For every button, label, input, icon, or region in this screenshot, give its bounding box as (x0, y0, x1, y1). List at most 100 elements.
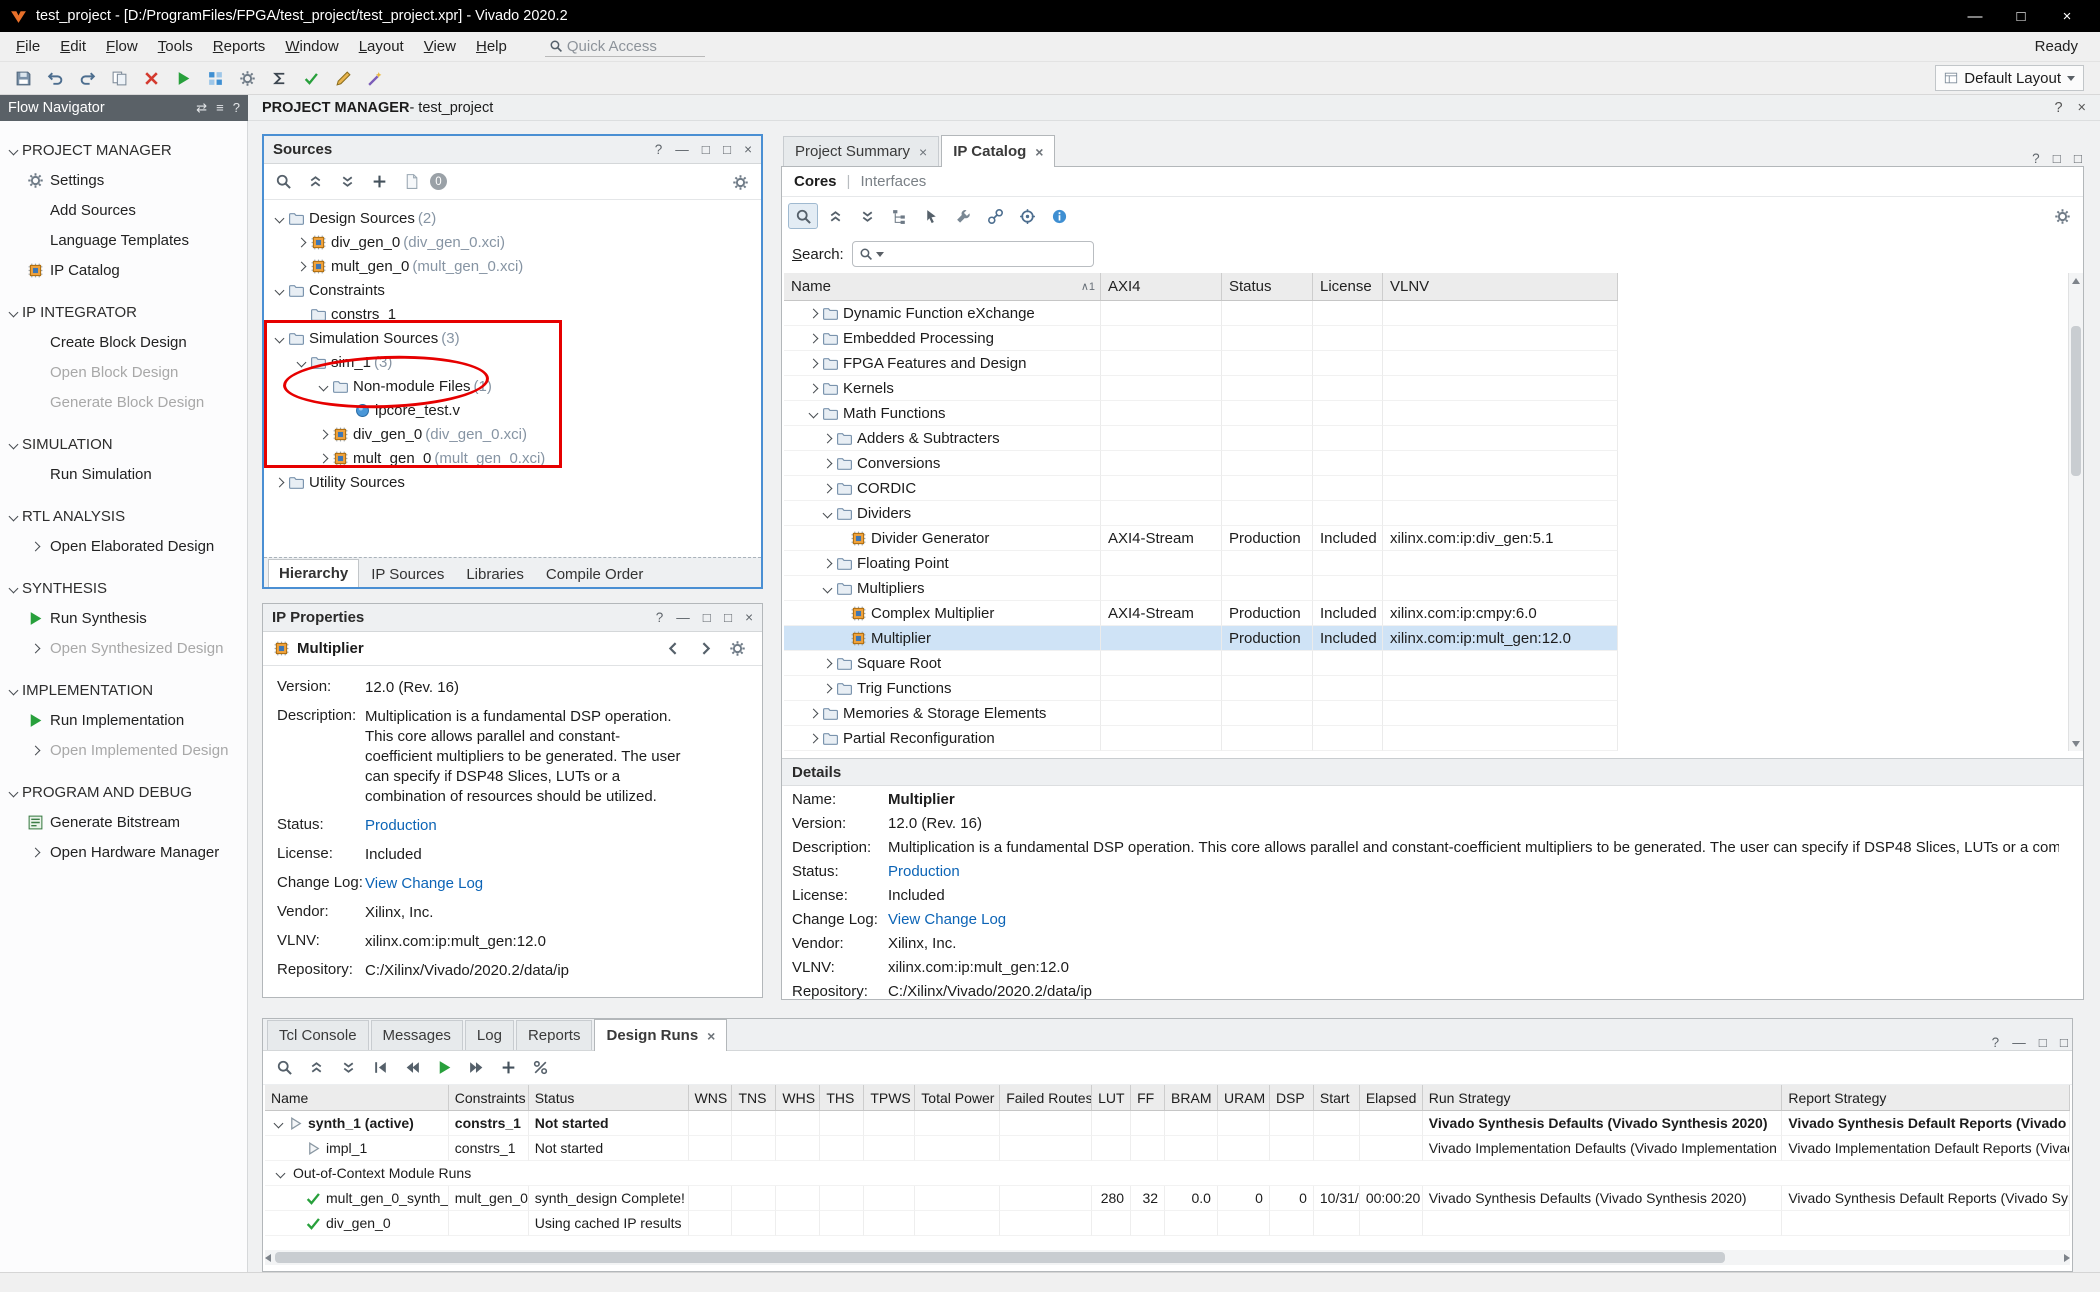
help-button[interactable]: ? (2054, 100, 2062, 116)
flownav-section-synthesis[interactable]: SYNTHESIS (0, 573, 247, 603)
runs-column-failed-routes[interactable]: Failed Routes (1000, 1085, 1092, 1110)
close-button[interactable]: × (745, 610, 753, 625)
catalog-row-kernels[interactable]: Kernels (784, 376, 1618, 401)
arrow-right-button[interactable] (690, 636, 720, 662)
sum-button[interactable] (264, 65, 294, 91)
chevron-right-icon[interactable] (818, 451, 836, 475)
chevron-down-icon[interactable] (270, 326, 288, 350)
catalog-search-input[interactable] (887, 246, 1087, 263)
scrollbar-track[interactable] (2069, 288, 2083, 736)
chevron-down-icon[interactable] (4, 135, 22, 165)
flownav-item-run-implementation[interactable]: Run Implementation (0, 705, 247, 735)
maximize-button[interactable]: □ (723, 142, 731, 157)
program-button[interactable] (200, 65, 230, 91)
runs-column-report-strategy[interactable]: Report Strategy (1782, 1085, 2070, 1110)
collapse-all-button[interactable] (820, 203, 850, 229)
chevron-down-icon[interactable] (4, 297, 22, 327)
flownav-item-generate-block-design[interactable]: Generate Block Design (0, 387, 247, 417)
flownav-section-program-and-debug[interactable]: PROGRAM AND DEBUG (0, 777, 247, 807)
runs-column-name[interactable]: Name (265, 1085, 449, 1110)
float-button[interactable]: □ (703, 610, 711, 625)
runs-column-wns[interactable]: WNS (689, 1085, 733, 1110)
file-button[interactable] (396, 169, 426, 195)
catalog-row-partial-reconfiguration[interactable]: Partial Reconfiguration (784, 726, 1618, 751)
runs-column-elapsed[interactable]: Elapsed (1360, 1085, 1423, 1110)
console-tab-log[interactable]: Log (465, 1020, 514, 1050)
help-button[interactable]: ? (1992, 1035, 2000, 1050)
catalog-column-vlnv[interactable]: VLNV (1383, 273, 1618, 300)
chevron-right-icon[interactable] (804, 326, 822, 350)
chevron-right-icon[interactable] (818, 476, 836, 500)
flownav-section-implementation[interactable]: IMPLEMENTATION (0, 675, 247, 705)
switch-button[interactable]: ⇄ (196, 100, 207, 116)
copy-button[interactable] (104, 65, 134, 91)
float-button[interactable]: □ (2053, 151, 2061, 166)
info-button[interactable] (1044, 203, 1074, 229)
runs-column-uram[interactable]: URAM (1218, 1085, 1270, 1110)
tab-project-summary[interactable]: Project Summary× (783, 136, 939, 166)
catalog-row-fpga-features-and-design[interactable]: FPGA Features and Design (784, 351, 1618, 376)
menu-flow[interactable]: Flow (96, 34, 148, 59)
add-button[interactable] (493, 1055, 523, 1081)
runs-column-ff[interactable]: FF (1131, 1085, 1165, 1110)
search-button[interactable] (788, 203, 818, 229)
console-tab-design-runs[interactable]: Design Runs× (594, 1019, 727, 1051)
menu-reports[interactable]: Reports (203, 34, 276, 59)
sources-tab-hierarchy[interactable]: Hierarchy (268, 559, 359, 587)
catalog-column-name[interactable]: Name∧1 (784, 273, 1101, 300)
chevron-right-icon[interactable] (804, 726, 822, 750)
flownav-item-settings[interactable]: Settings (0, 165, 247, 195)
ip-property-value-link[interactable]: View Change Log (365, 874, 685, 894)
runs-column-ths[interactable]: THS (820, 1085, 864, 1110)
flownav-item-create-block-design[interactable]: Create Block Design (0, 327, 247, 357)
help-button[interactable]: ? (655, 142, 663, 157)
help-button[interactable]: ? (656, 610, 664, 625)
detail-value-link[interactable]: View Change Log (888, 911, 2059, 929)
flownav-section-ip-integrator[interactable]: IP INTEGRATOR (0, 297, 247, 327)
menu-edit[interactable]: Edit (50, 34, 96, 59)
console-tab-messages[interactable]: Messages (371, 1020, 463, 1050)
edit-button[interactable] (328, 65, 358, 91)
chevron-down-icon[interactable] (314, 374, 332, 398)
menu-help[interactable]: Help (466, 34, 517, 59)
chevron-right-icon[interactable] (804, 351, 822, 375)
catalog-row-complex-multiplier[interactable]: Complex MultiplierAXI4-StreamProductionI… (784, 601, 1618, 626)
chevron-down-icon[interactable] (4, 675, 22, 705)
catalog-row-divider-generator[interactable]: Divider GeneratorAXI4-StreamProductionIn… (784, 526, 1618, 551)
menu-layout[interactable]: Layout (349, 34, 414, 59)
source-node-div-gen-0[interactable]: div_gen_0 (div_gen_0.xci) (264, 230, 761, 254)
source-node-design-sources[interactable]: Design Sources (2) (264, 206, 761, 230)
menu-button[interactable]: ≡ (216, 100, 224, 116)
close-button[interactable]: × (2044, 8, 2090, 25)
maximize-button[interactable]: □ (1998, 8, 2044, 25)
runs-column-whs[interactable]: WHS (776, 1085, 820, 1110)
catalog-subtab-cores[interactable]: Cores (794, 173, 837, 190)
chevron-right-icon[interactable] (818, 551, 836, 575)
scroll-right-button[interactable] (2064, 1250, 2070, 1265)
redo-button[interactable] (72, 65, 102, 91)
minimize-button[interactable]: — (675, 142, 689, 157)
close-button[interactable]: × (2078, 100, 2086, 116)
expand-all-button[interactable] (333, 1055, 363, 1081)
flownav-section-project-manager[interactable]: PROJECT MANAGER (0, 135, 247, 165)
close-icon[interactable]: × (919, 144, 927, 160)
add-button[interactable] (364, 169, 394, 195)
quick-access-input[interactable] (567, 38, 685, 55)
close-icon[interactable]: × (1035, 144, 1043, 160)
menu-window[interactable]: Window (275, 34, 348, 59)
chevron-down-icon[interactable] (804, 401, 822, 425)
catalog-row-floating-point[interactable]: Floating Point (784, 551, 1618, 576)
link-button[interactable] (980, 203, 1010, 229)
rewind-button[interactable] (397, 1055, 427, 1081)
flownav-item-generate-bitstream[interactable]: Generate Bitstream (0, 807, 247, 837)
scrollbar-thumb[interactable] (275, 1252, 1725, 1263)
console-tab-reports[interactable]: Reports (516, 1020, 593, 1050)
messages-badge[interactable]: 0 (430, 173, 447, 190)
chevron-down-icon[interactable] (271, 1161, 289, 1185)
step-first-button[interactable] (365, 1055, 395, 1081)
chevron-right-icon[interactable] (292, 254, 310, 278)
close-button[interactable]: × (744, 142, 752, 157)
chevron-right-icon[interactable] (314, 446, 332, 470)
undo-button[interactable] (40, 65, 70, 91)
scrollbar-track[interactable] (271, 1250, 2064, 1265)
